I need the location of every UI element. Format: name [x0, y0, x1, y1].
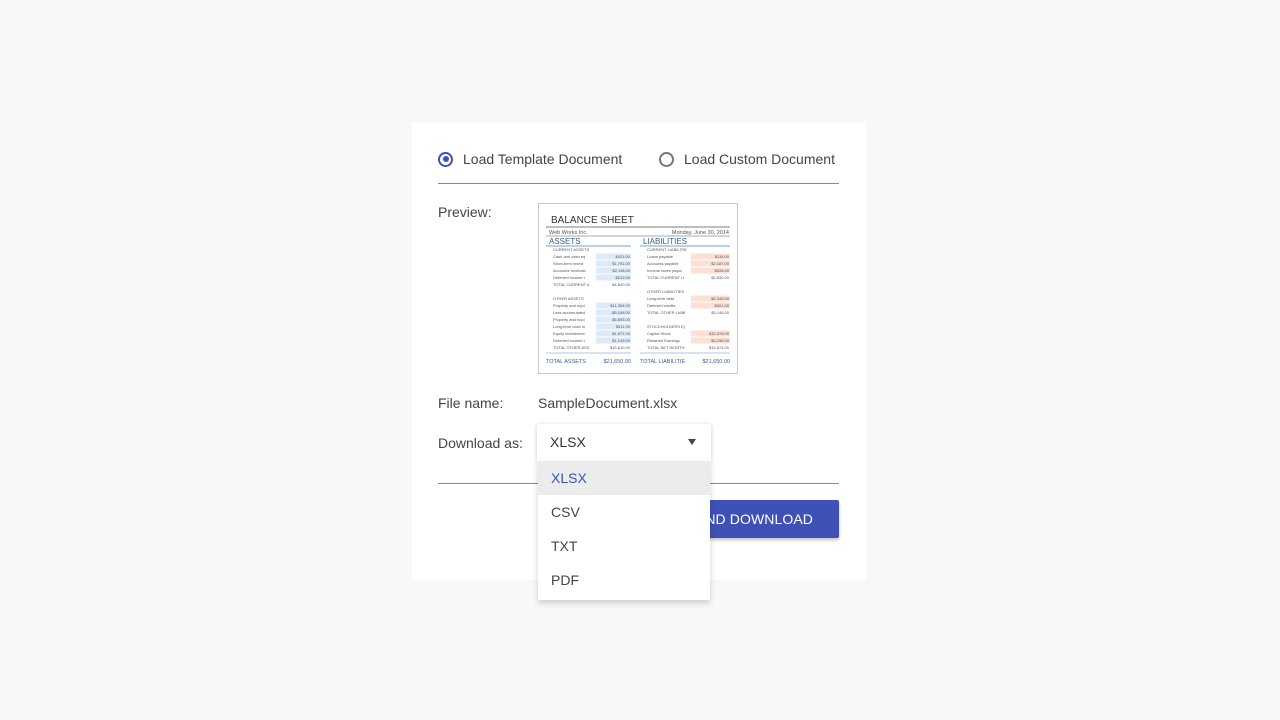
thumb-row-value: $528.00 [715, 268, 730, 273]
thumb-row-label: OTHER ASSETS [553, 296, 584, 301]
thumb-row-value: $1,145.00 [612, 338, 631, 343]
thumb-row-label: Accounts receivab [553, 268, 586, 273]
load-options-group: Load Template Document Load Custom Docum… [438, 149, 839, 169]
thumb-row-label: Accounts payable [647, 261, 679, 266]
format-option-pdf[interactable]: PDF [538, 563, 710, 597]
balance-sheet-thumbnail: BALANCE SHEET Web Works Inc. Monday, Jun… [546, 215, 730, 365]
thumb-row-value: $6,805.00 [612, 317, 631, 322]
thumb-total-liabilities-label: TOTAL LIABILITIE [640, 359, 685, 365]
thumb-row-value: $421.00 [616, 254, 631, 259]
thumb-row-label: TOTAL OTHER LIABI [647, 310, 685, 315]
thumb-row-label: Long-term debt [647, 296, 675, 301]
download-as-label: Download as: [438, 435, 523, 451]
thumb-total-assets-value: $21,650.00 [603, 359, 631, 365]
thumb-row-label: Short-term invest [553, 261, 584, 266]
thumb-company: Web Works Inc. [549, 230, 588, 236]
thumb-total-assets-label: TOTAL ASSETS [546, 359, 586, 365]
top-divider [438, 183, 839, 184]
thumb-row-value: $115.00 [715, 254, 730, 259]
preview-label: Preview: [438, 204, 492, 220]
thumb-row-value: $1,791.00 [612, 261, 631, 266]
thumb-row-value: $511.00 [616, 324, 631, 329]
load-custom-radio[interactable]: Load Custom Document [659, 149, 835, 169]
thumb-row-label: STOCKHOLDERS E( [647, 324, 686, 329]
thumb-row-value: $15,674.00 [709, 345, 730, 350]
format-option-txt[interactable]: TXT [538, 529, 710, 563]
thumb-row-label: Cash and cash eq [553, 254, 585, 259]
thumb-row-label: Property and equi [553, 303, 585, 308]
preview-thumbnail: BALANCE SHEET Web Works Inc. Monday, Jun… [538, 203, 738, 374]
thumb-row-value: $11,354.00 [610, 303, 630, 308]
thumb-row-value: $1,971.00 [612, 331, 631, 336]
thumb-title: BALANCE SHEET [551, 215, 634, 226]
thumb-total-liabilities-value: $21,650.00 [702, 359, 730, 365]
thumb-row-label: TOTAL CURRENT LI [647, 275, 684, 280]
thumb-row-value: $2,830.00 [711, 275, 730, 280]
thumb-row-value: $3,146.00 [711, 310, 730, 315]
thumb-date: Monday, June 30, 2014 [672, 230, 729, 236]
thumb-assets-heading: ASSETS [549, 237, 581, 246]
thumb-row-value: $2,345.00 [711, 296, 730, 301]
thumb-row-label: CURRENT LIABILITIE [647, 247, 687, 252]
radio-checked-icon [438, 151, 453, 167]
caret-down-icon [688, 439, 696, 445]
thumb-row-value: $4,840.00 [612, 282, 631, 287]
load-template-label: Load Template Document [463, 151, 623, 167]
thumb-row-value: $2,187.00 [711, 261, 730, 266]
thumb-row-label: Long-term cash in [553, 324, 585, 329]
thumb-row-label: TOTAL CURRENT A [553, 282, 590, 287]
thumb-row-value: $16,810.00 [610, 345, 631, 350]
thumb-row-label: Retained Earnings [647, 338, 680, 343]
thumb-row-label: OTHER LIABILITIES [647, 289, 684, 294]
thumb-row-label: TOTAL NET WORTH [647, 345, 685, 350]
thumb-row-label: Deferred income t [553, 338, 586, 343]
thumb-row-value: $512.00 [616, 275, 631, 280]
radio-unchecked-icon [659, 151, 674, 167]
thumb-liabilities-heading: LIABILITIES [643, 237, 687, 246]
thumb-row-label: Less accumulated [553, 310, 585, 315]
thumb-row-label: Deferred credits [647, 303, 675, 308]
format-option-xlsx[interactable]: XLSX [538, 461, 710, 495]
thumb-row-value: $3,296.00 [711, 338, 730, 343]
thumb-row-label: CURRENT ASSETS [553, 247, 589, 252]
thumb-row-value: $801.00 [715, 303, 730, 308]
thumb-row-value: -$5,108.00 [611, 310, 631, 315]
file-name-value: SampleDocument.xlsx [538, 395, 678, 411]
thumb-row-label: TOTAL OTHER ASS [553, 345, 590, 350]
download-format-value: XLSX [550, 434, 586, 450]
load-custom-label: Load Custom Document [684, 151, 835, 167]
format-option-csv[interactable]: CSV [538, 495, 710, 529]
load-template-radio[interactable]: Load Template Document [438, 149, 622, 169]
thumb-row-value: $2,118.00 [613, 268, 631, 273]
file-name-label: File name: [438, 395, 504, 411]
download-format-select[interactable]: XLSX [537, 424, 711, 462]
thumb-row-label: Loans payable [647, 254, 674, 259]
download-format-menu: XLSX CSV TXT PDF [538, 461, 710, 600]
thumb-row-label: Capital Stock [647, 331, 671, 336]
thumb-row-label: Deferred income t [553, 275, 586, 280]
thumb-row-label: Property and equi [553, 317, 585, 322]
thumb-row-label: Equity investment [553, 331, 585, 336]
thumb-row-label: Income taxes payal [647, 268, 682, 273]
thumb-row-value: $12,378.00 [709, 331, 730, 336]
